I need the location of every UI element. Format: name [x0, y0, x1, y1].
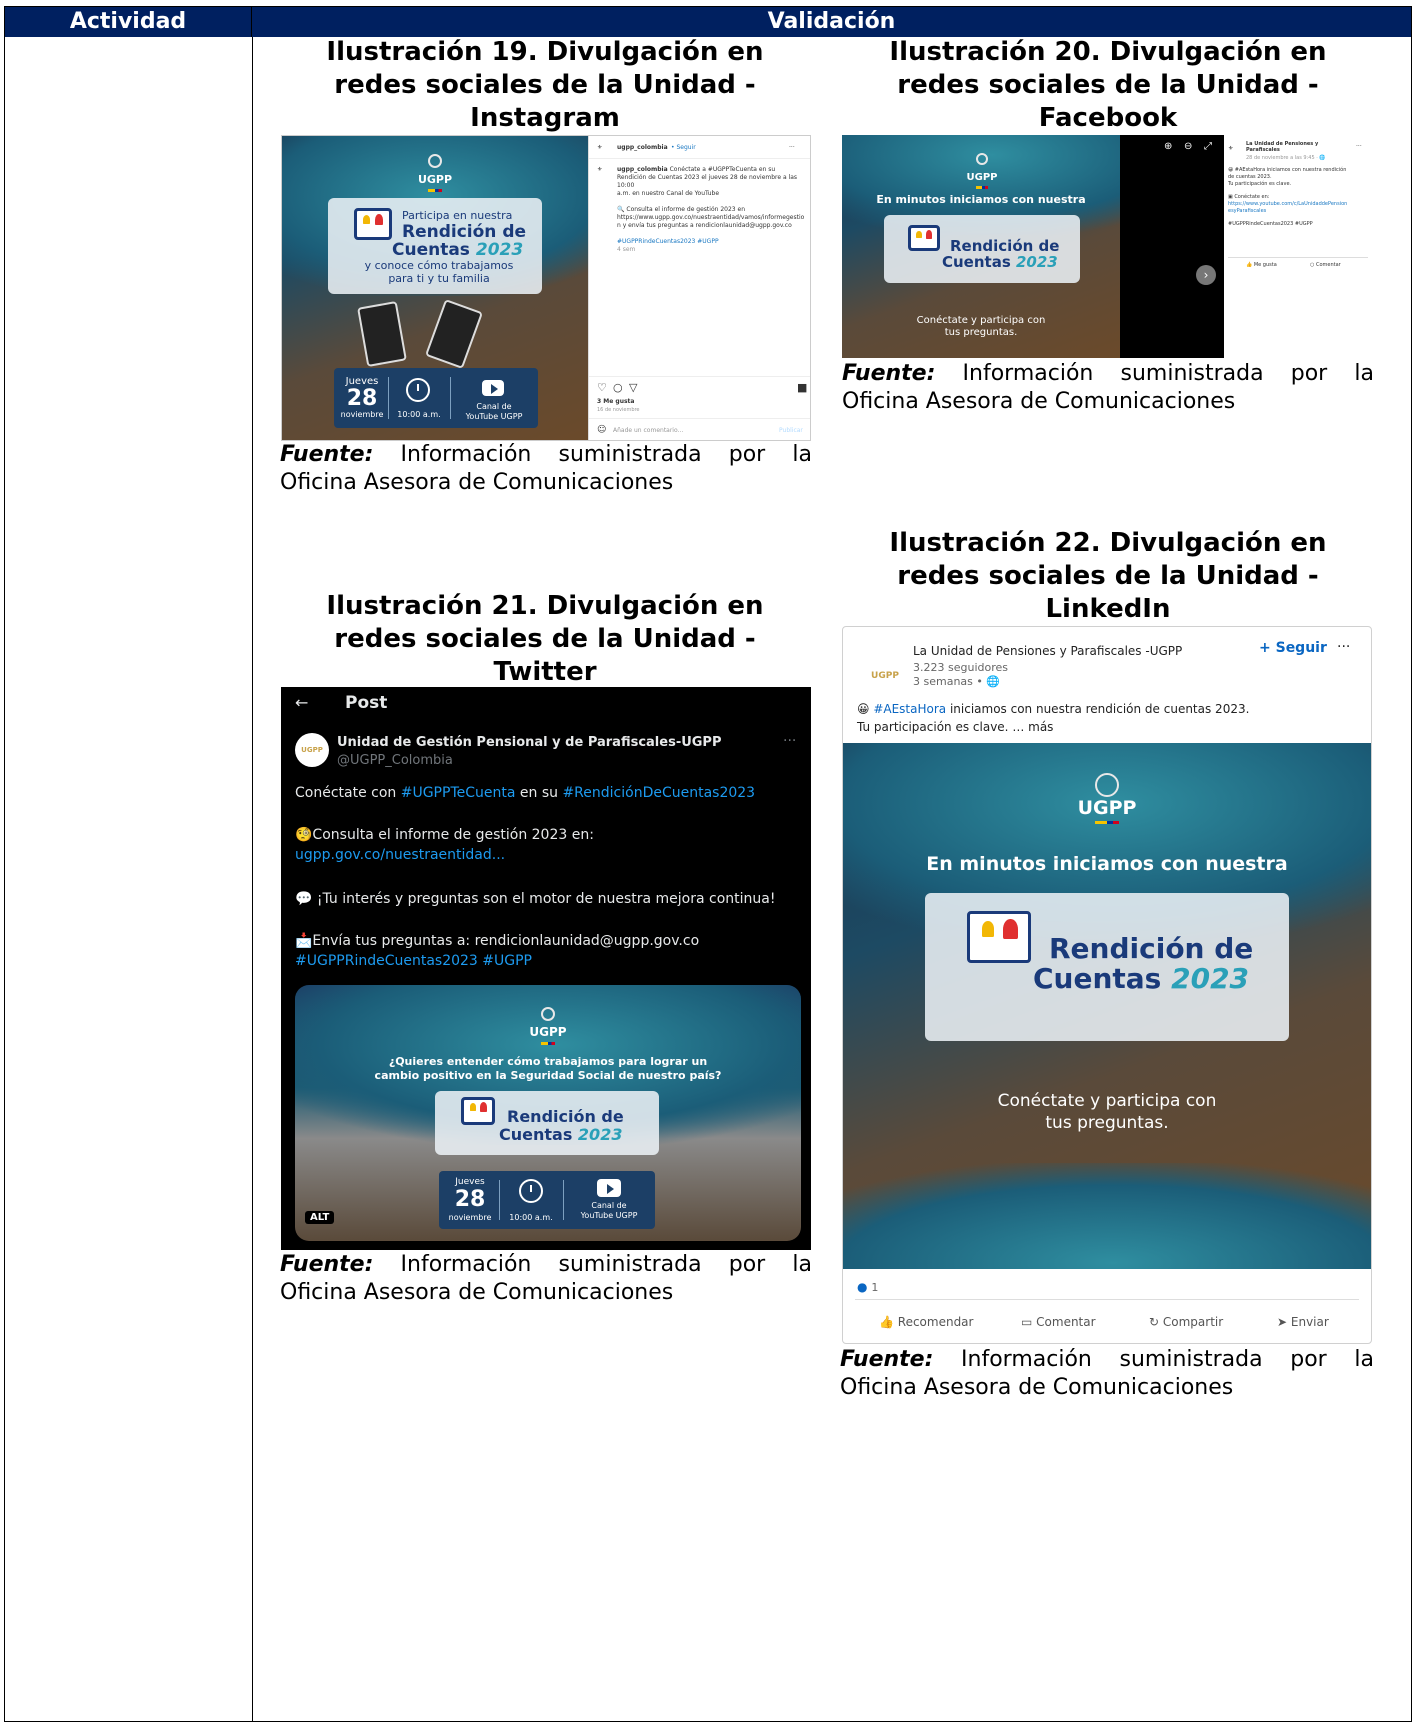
event-date-bar: Jueves 28 noviembre 10:00 a.m. Canal de …: [334, 368, 538, 428]
twitter-screenshot: ← Post UGPP Unidad de Gestión Pensional …: [281, 687, 811, 1250]
figure-19-caption: Ilustración 19. Divulgación en redes soc…: [326, 37, 764, 133]
ugpp-logo: UGPP: [410, 154, 460, 192]
youtube-icon: [482, 380, 504, 396]
li-comment-button[interactable]: ▭ Comentar: [1021, 1315, 1096, 1329]
ig-emoji-icon[interactable]: ☺: [597, 426, 606, 435]
instagram-screenshot: UGPP Participa en nuestra Rendición de C…: [281, 135, 811, 441]
li-reactions[interactable]: ● 1: [857, 1279, 878, 1296]
li-post-image[interactable]: UGPP En minutos iniciamos con nuestra Re…: [843, 743, 1371, 1269]
instagram-side-panel: ⚜ ugpp_colombia • Seguir ··· ⚜ ugpp_colo…: [588, 136, 810, 440]
fb-more-icon[interactable]: ···: [1356, 143, 1362, 151]
tw-post-image[interactable]: UGPP ¿Quieres entender cómo trabajamos p…: [295, 985, 801, 1241]
tw-alt-badge[interactable]: ALT: [305, 1211, 335, 1224]
fb-comment-button[interactable]: ○ Comentar: [1310, 261, 1341, 269]
ig-share-icon[interactable]: ▽: [629, 382, 637, 394]
facebook-screenshot: UGPP En minutos iniciamos con nuestra Re…: [842, 135, 1372, 358]
ig-like-icon[interactable]: ♡: [597, 382, 607, 394]
instagram-post-image: UGPP Participa en nuestra Rendición de C…: [282, 136, 588, 440]
ig-more-icon[interactable]: ···: [789, 144, 795, 152]
fb-fullscreen-icon[interactable]: ⤢: [1204, 141, 1212, 152]
rendicion-logo-icon: [354, 208, 392, 240]
tw-more-icon[interactable]: ···: [783, 731, 796, 751]
clock-icon: [519, 1179, 543, 1203]
ig-comment-input[interactable]: Añade un comentario...: [613, 427, 683, 435]
figure-20-caption: Ilustración 20. Divulgación en redes soc…: [889, 37, 1327, 133]
linkedin-screenshot: UGPP La Unidad de Pensiones y Parafiscal…: [842, 626, 1372, 1344]
figure-21-source: Fuente: Información suministrada por la Ofic…: [280, 1252, 812, 1305]
figure-22-caption: Ilustración 22. Divulgación en redes soc…: [889, 528, 1327, 624]
li-recommend-button[interactable]: 👍 Recomendar: [879, 1315, 973, 1329]
li-org-logo[interactable]: UGPP: [865, 647, 905, 687]
tw-back-icon[interactable]: ←: [295, 691, 308, 715]
fb-zoom-out-icon[interactable]: ⊖: [1184, 141, 1192, 152]
ig-avatar: ⚜: [597, 144, 603, 151]
ig-comment-icon[interactable]: ○: [613, 382, 623, 394]
fb-like-button[interactable]: 👍 Me gusta: [1246, 261, 1277, 269]
header-validation: Validación: [767, 9, 896, 34]
figure-20-source: Fuente: Información suministrada por la Ofic…: [842, 361, 1374, 414]
fb-zoom-in-icon[interactable]: ⊕: [1164, 141, 1172, 152]
fb-next-icon[interactable]: ›: [1196, 265, 1216, 285]
youtube-icon: [597, 1179, 621, 1197]
tw-avatar[interactable]: UGPP: [295, 733, 329, 767]
li-follow-button[interactable]: + Seguir: [1259, 640, 1327, 656]
clock-icon: [406, 378, 430, 402]
li-share-button[interactable]: ↻ Compartir: [1149, 1315, 1223, 1329]
ig-follow-link[interactable]: • Seguir: [671, 144, 696, 152]
facebook-side-panel: ⚜ La Unidad de Pensiones y Parafiscales 2…: [1224, 135, 1372, 358]
tw-report-link[interactable]: ugpp.gov.co/nuestraentidad...: [295, 845, 505, 865]
figure-21-caption: Ilustración 21. Divulgación en redes soc…: [326, 591, 764, 687]
figure-19-source: Fuente: Información suministrada por la Ofic…: [280, 442, 812, 495]
column-divider: [252, 37, 253, 1721]
figure-22-source: Fuente: Información suministrada por la Ofic…: [840, 1347, 1374, 1400]
ig-publish-button[interactable]: Publicar: [779, 427, 803, 435]
li-more-icon[interactable]: ···: [1337, 639, 1350, 655]
facebook-photo-viewer: UGPP En minutos iniciamos con nuestra Re…: [842, 135, 1224, 358]
header-activity: Actividad: [5, 7, 252, 37]
li-send-button[interactable]: ➤ Enviar: [1277, 1315, 1329, 1329]
table-header: Actividad Validación: [5, 7, 1411, 37]
ig-save-icon[interactable]: ■: [797, 382, 807, 394]
